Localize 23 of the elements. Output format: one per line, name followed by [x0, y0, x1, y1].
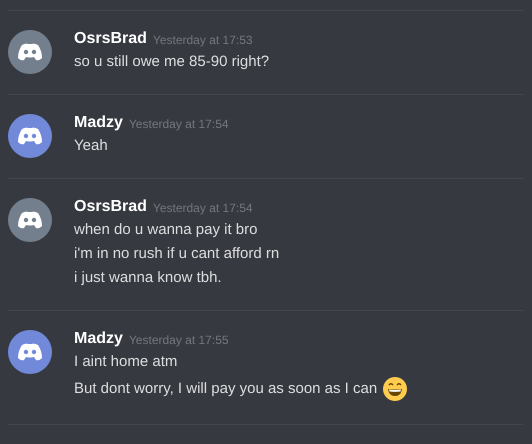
message-text: But dont worry, I will pay you as soon as I can — [74, 378, 378, 399]
message-text: when do u wanna pay it bro — [74, 220, 258, 240]
avatar[interactable] — [8, 330, 52, 374]
controller-face-icon — [17, 210, 43, 230]
timestamp: Yesterday at 17:54 — [128, 116, 229, 133]
timestamp: Yesterday at 17:54 — [152, 200, 253, 217]
username[interactable]: Madzy — [74, 112, 123, 134]
username[interactable]: OsrsBrad — [74, 196, 147, 218]
message-text: so u still owe me 85-90 right? — [74, 52, 270, 72]
message-text: Yeah — [74, 136, 108, 156]
username[interactable]: OsrsBrad — [74, 28, 147, 50]
message-text: I aint home atm — [74, 352, 178, 372]
timestamp: Yesterday at 17:55 — [128, 332, 229, 349]
avatar[interactable] — [8, 198, 52, 242]
avatar[interactable] — [8, 30, 52, 74]
avatar[interactable] — [8, 114, 52, 158]
message-text: i'm in no rush if u cant afford rn — [74, 244, 280, 264]
controller-face-icon — [17, 126, 43, 146]
controller-face-icon — [17, 342, 43, 362]
message-text: i just wanna know tbh. — [74, 268, 222, 288]
username[interactable]: Madzy — [74, 328, 123, 350]
timestamp: Yesterday at 17:53 — [152, 32, 253, 49]
controller-face-icon — [17, 42, 43, 62]
